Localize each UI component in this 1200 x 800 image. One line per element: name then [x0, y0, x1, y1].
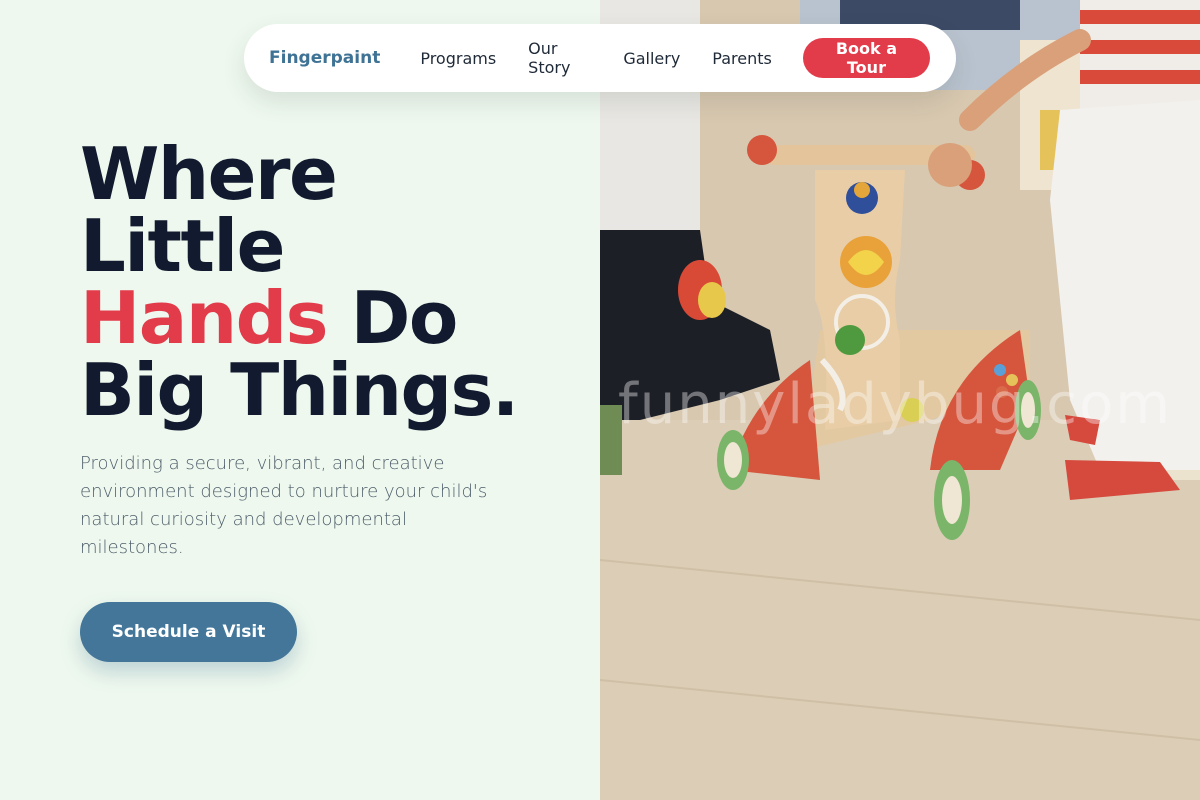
hero-title: Where Little Hands Do Big Things. — [80, 138, 580, 426]
hero-photo: funnyladybug.com — [600, 0, 1200, 800]
book-tour-button[interactable]: Book a Tour — [802, 38, 930, 78]
nav-link-parents[interactable]: Parents — [712, 49, 772, 68]
brand-logo[interactable]: Fingerpaint — [269, 48, 380, 68]
schedule-visit-button[interactable]: Schedule a Visit — [80, 602, 297, 662]
watermark-text: funnyladybug.com — [618, 372, 1172, 437]
nav-link-our-story[interactable]: Our Story — [528, 39, 591, 77]
nav-link-gallery[interactable]: Gallery — [623, 49, 680, 68]
hero-title-line4: Big Things. — [80, 348, 519, 432]
nav-link-programs[interactable]: Programs — [420, 49, 496, 68]
top-navigation: Fingerpaint Programs Our Story Gallery P… — [244, 24, 956, 92]
hero-subtitle: Providing a secure, vibrant, and creativ… — [80, 453, 488, 558]
